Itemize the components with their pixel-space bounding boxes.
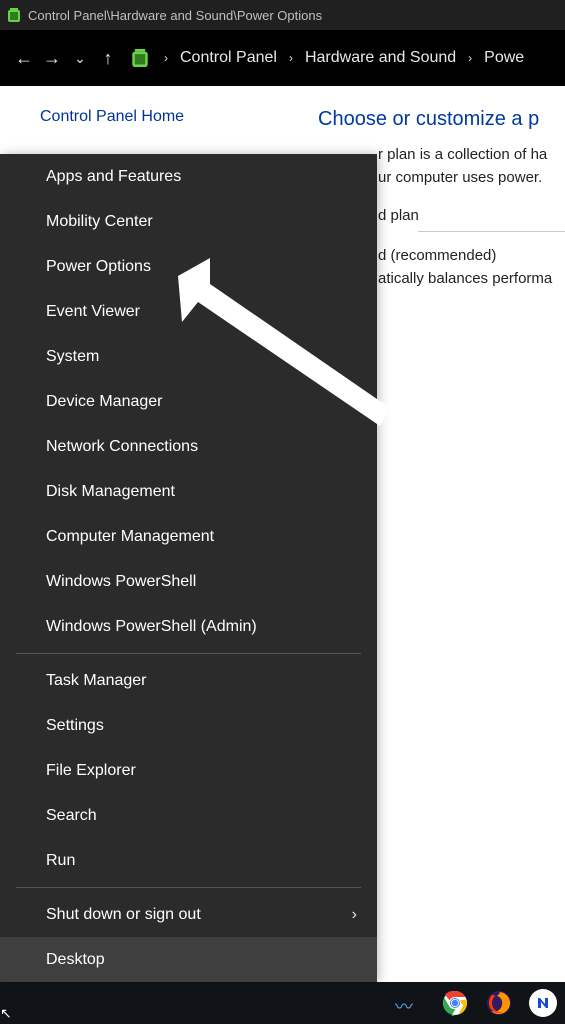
battery-icon	[6, 7, 22, 23]
menu-separator	[16, 887, 361, 888]
menu-separator	[16, 653, 361, 654]
menu-item-label: Settings	[46, 717, 104, 735]
battery-icon	[128, 46, 152, 70]
tray-icon[interactable]: 〰	[395, 993, 425, 1013]
menu-item-shutdown[interactable]: Shut down or sign out ›	[0, 892, 377, 937]
breadcrumb-item[interactable]: Control Panel	[176, 49, 281, 67]
menu-item-powershell-admin[interactable]: Windows PowerShell (Admin)	[0, 604, 377, 649]
page-heading: Choose or customize a p	[318, 104, 565, 135]
menu-item-mobility-center[interactable]: Mobility Center	[0, 199, 377, 244]
taskbar: 〰	[0, 982, 565, 1024]
menu-item-label: Mobility Center	[46, 213, 153, 231]
menu-item-event-viewer[interactable]: Event Viewer	[0, 289, 377, 334]
menu-item-file-explorer[interactable]: File Explorer	[0, 748, 377, 793]
menu-item-label: Device Manager	[46, 393, 163, 411]
chrome-icon[interactable]	[441, 989, 469, 1017]
menu-item-label: Windows PowerShell (Admin)	[46, 618, 257, 636]
cursor-icon: ↖	[0, 1005, 12, 1022]
menu-item-search[interactable]: Search	[0, 793, 377, 838]
section-label: d plan	[378, 204, 565, 227]
menu-item-computer-management[interactable]: Computer Management	[0, 514, 377, 559]
plan-description: atically balances performa	[378, 267, 565, 290]
breadcrumb[interactable]: › Control Panel › Hardware and Sound › P…	[128, 46, 528, 70]
back-button[interactable]: ←	[10, 48, 38, 69]
menu-item-label: Desktop	[46, 951, 105, 969]
menu-item-label: Network Connections	[46, 438, 198, 456]
chevron-right-icon: ›	[352, 906, 357, 924]
winx-menu: Apps and Features Mobility Center Power …	[0, 154, 377, 982]
up-button[interactable]: ↑	[94, 48, 122, 69]
chevron-right-icon[interactable]: ›	[156, 51, 176, 65]
menu-item-label: System	[46, 348, 99, 366]
menu-item-apps-features[interactable]: Apps and Features	[0, 154, 377, 199]
chevron-right-icon[interactable]: ›	[281, 51, 301, 65]
menu-item-settings[interactable]: Settings	[0, 703, 377, 748]
description-text: ur computer uses power.	[378, 166, 565, 189]
menu-item-system[interactable]: System	[0, 334, 377, 379]
menu-item-power-options[interactable]: Power Options	[0, 244, 377, 289]
menu-item-label: Apps and Features	[46, 168, 181, 186]
menu-item-label: Shut down or sign out	[46, 906, 201, 924]
menu-item-powershell[interactable]: Windows PowerShell	[0, 559, 377, 604]
window-title: Control Panel\Hardware and Sound\Power O…	[28, 8, 322, 23]
menu-item-label: Event Viewer	[46, 303, 140, 321]
app-icon[interactable]	[529, 989, 557, 1017]
menu-item-label: Computer Management	[46, 528, 214, 546]
menu-item-network-connections[interactable]: Network Connections	[0, 424, 377, 469]
chevron-right-icon[interactable]: ›	[460, 51, 480, 65]
recent-dropdown[interactable]: ⌄	[66, 50, 94, 67]
description-text: r plan is a collection of ha	[378, 143, 565, 166]
forward-button[interactable]: →	[38, 48, 66, 69]
menu-item-label: Windows PowerShell	[46, 573, 196, 591]
breadcrumb-item[interactable]: Powe	[480, 49, 528, 67]
menu-item-desktop[interactable]: Desktop	[0, 937, 377, 982]
breadcrumb-item[interactable]: Hardware and Sound	[301, 49, 460, 67]
menu-item-label: Task Manager	[46, 672, 147, 690]
menu-item-label: Search	[46, 807, 97, 825]
window-titlebar: Control Panel\Hardware and Sound\Power O…	[0, 0, 565, 30]
menu-item-label: File Explorer	[46, 762, 136, 780]
menu-item-label: Run	[46, 852, 75, 870]
menu-item-label: Disk Management	[46, 483, 175, 501]
menu-item-label: Power Options	[46, 258, 151, 276]
menu-item-device-manager[interactable]: Device Manager	[0, 379, 377, 424]
navigation-bar: ← → ⌄ ↑ › Control Panel › Hardware and S…	[0, 30, 565, 86]
plan-name: d (recommended)	[378, 244, 565, 267]
menu-item-disk-management[interactable]: Disk Management	[0, 469, 377, 514]
menu-item-run[interactable]: Run	[0, 838, 377, 883]
firefox-icon[interactable]	[485, 989, 513, 1017]
menu-item-task-manager[interactable]: Task Manager	[0, 658, 377, 703]
